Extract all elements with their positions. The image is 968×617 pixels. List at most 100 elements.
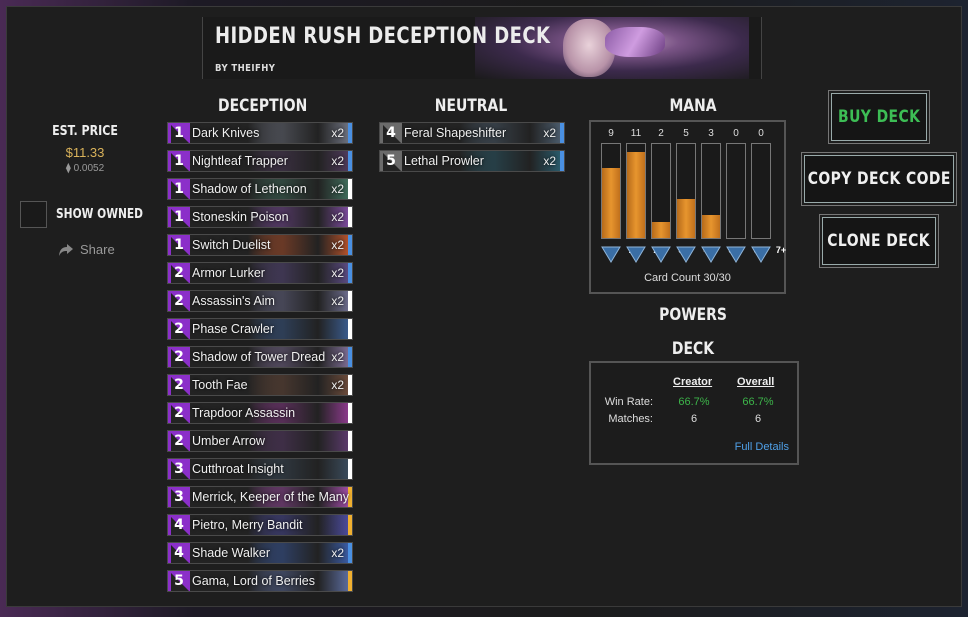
card-name: Assassin's Aim [192, 294, 275, 308]
card-name: Shadow of Lethenon [192, 182, 307, 196]
card-quantity: x2 [331, 546, 344, 560]
deck-author: BY THEIFHY [215, 63, 276, 74]
card-name: Stoneskin Poison [192, 210, 289, 224]
rarity-stripe [348, 459, 352, 479]
full-details-link[interactable]: Full Details [735, 441, 789, 453]
card-cost: 1 [168, 123, 190, 143]
deck-title: HIDDEN RUSH DECEPTION DECK [215, 24, 551, 49]
mana-cost-gem-icon: 5 [701, 244, 734, 264]
rarity-stripe [348, 403, 352, 423]
card-name: Nightleaf Trapper [192, 154, 288, 168]
card-row[interactable]: 2 Armor Lurker x2 [167, 262, 353, 284]
rarity-stripe [348, 123, 352, 143]
rarity-stripe [560, 123, 564, 143]
card-cost: 2 [168, 263, 190, 283]
card-name: Phase Crawler [192, 322, 274, 336]
card-row[interactable]: 4 Feral Shapeshifter x2 [379, 122, 565, 144]
card-row[interactable]: 1 Switch Duelist x2 [167, 234, 353, 256]
mana-cost-gem-icon: 2 [626, 244, 659, 264]
card-cost: 2 [168, 319, 190, 339]
card-name: Merrick, Keeper of the Many [192, 490, 350, 504]
card-cost: 2 [168, 431, 190, 451]
win-rate-label: Win Rate: [604, 396, 653, 408]
clone-deck-button[interactable]: CLONE DECK [822, 217, 936, 265]
card-name: Lethal Prowler [404, 154, 484, 168]
card-cost: 2 [168, 347, 190, 367]
card-name: Shade Walker [192, 546, 271, 560]
creator-win-rate: 66.7% [678, 396, 710, 408]
mana-bar-count: 0 [733, 128, 739, 139]
creator-matches: 6 [690, 413, 698, 425]
card-row[interactable]: 4 Pietro, Merry Bandit [167, 514, 353, 536]
est-price-eth: ⧫ 0.0052 [65, 163, 105, 174]
clone-deck-label: CLONE DECK [827, 231, 931, 251]
rarity-stripe [348, 515, 352, 535]
card-row[interactable]: 4 Shade Walker x2 [167, 542, 353, 564]
est-price-label: EST. PRICE [52, 124, 118, 139]
card-row[interactable]: 2 Shadow of Tower Dread x2 [167, 346, 353, 368]
card-row[interactable]: 5 Lethal Prowler x2 [379, 150, 565, 172]
card-quantity: x2 [331, 126, 344, 140]
copy-deck-code-button[interactable]: COPY DECK CODE [804, 155, 954, 203]
card-quantity: x2 [331, 154, 344, 168]
mana-bar-track [676, 143, 696, 239]
card-row[interactable]: 1 Dark Knives x2 [167, 122, 353, 144]
buy-deck-label: BUY DECK [837, 107, 921, 127]
rarity-stripe [560, 151, 564, 171]
card-cost: 1 [168, 151, 190, 171]
card-cost: 5 [168, 571, 190, 591]
mana-bar-track [651, 143, 671, 239]
card-cost: 2 [168, 403, 190, 423]
card-name: Dark Knives [192, 126, 260, 140]
card-row[interactable]: 2 Trapdoor Assassin [167, 402, 353, 424]
card-row[interactable]: 1 Nightleaf Trapper x2 [167, 150, 353, 172]
neutral-header: NEUTRAL [434, 96, 508, 116]
mana-bar-fill [602, 167, 620, 238]
overall-win-rate: 66.7% [742, 396, 774, 408]
card-quantity: x2 [331, 294, 344, 308]
share-button[interactable]: Share [58, 242, 115, 257]
mana-bar-track [726, 143, 746, 239]
card-row[interactable]: 3 Merrick, Keeper of the Many [167, 486, 353, 508]
card-row[interactable]: 2 Tooth Fae x2 [167, 374, 353, 396]
creator-column-header: Creator [673, 376, 713, 388]
card-cost: 5 [380, 151, 402, 171]
mana-bar-track [601, 143, 621, 239]
rarity-stripe [348, 179, 352, 199]
card-row[interactable]: 5 Gama, Lord of Berries [167, 570, 353, 592]
card-row[interactable]: 2 Umber Arrow [167, 430, 353, 452]
card-row[interactable]: 1 Shadow of Lethenon x2 [167, 178, 353, 200]
buy-deck-button[interactable]: BUY DECK [831, 93, 927, 141]
card-name: Pietro, Merry Bandit [192, 518, 303, 532]
mana-bar-count: 0 [758, 128, 764, 139]
card-quantity: x2 [331, 210, 344, 224]
est-price-usd: $11.33 [65, 145, 105, 160]
card-row[interactable]: 2 Assassin's Aim x2 [167, 290, 353, 312]
mana-cost-gem-icon: 6 [726, 244, 759, 264]
card-row[interactable]: 2 Phase Crawler [167, 318, 353, 340]
card-name: Armor Lurker [192, 266, 265, 280]
card-quantity: x2 [331, 182, 344, 196]
mana-cost-gem-icon: 3 [651, 244, 684, 264]
mana-bar-count: 5 [683, 128, 689, 139]
mana-bar-fill [677, 198, 695, 238]
card-row[interactable]: 1 Stoneskin Poison x2 [167, 206, 353, 228]
card-quantity: x2 [331, 238, 344, 252]
mana-cost-gem-icon: 1 [601, 244, 634, 264]
card-cost: 2 [168, 375, 190, 395]
rarity-stripe [348, 207, 352, 227]
card-cost: 4 [168, 543, 190, 563]
mana-cost-gem-icon: 7+ [751, 244, 786, 264]
card-name: Switch Duelist [192, 238, 271, 252]
card-name: Tooth Fae [192, 378, 248, 392]
card-row[interactable]: 3 Cutthroat Insight [167, 458, 353, 480]
card-name: Umber Arrow [192, 434, 265, 448]
show-owned-checkbox[interactable] [20, 201, 47, 228]
rarity-stripe [348, 235, 352, 255]
mana-cost-label: 7+ [775, 245, 787, 255]
card-cost: 1 [168, 179, 190, 199]
mana-bar-count: 9 [608, 128, 614, 139]
rarity-stripe [348, 291, 352, 311]
card-cost: 4 [168, 515, 190, 535]
card-quantity: x2 [331, 378, 344, 392]
